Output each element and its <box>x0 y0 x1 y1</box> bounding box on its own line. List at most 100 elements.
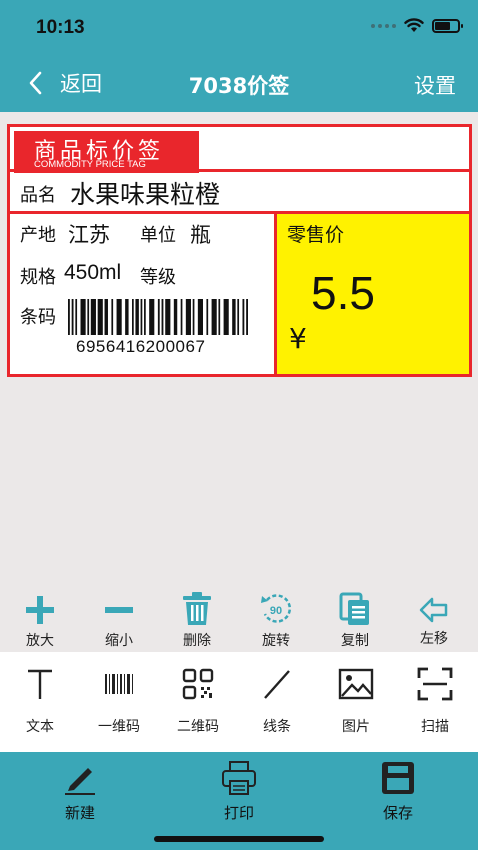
save-icon <box>382 762 414 794</box>
origin-label: 产地 <box>20 225 56 246</box>
barcode-bar <box>135 299 139 335</box>
tool-label: 扫描 <box>421 719 449 735</box>
barcode-bar <box>87 299 90 335</box>
barcode-bar <box>232 299 236 335</box>
barcode-bar <box>140 299 143 335</box>
save-button[interactable]: 保存 <box>353 760 443 823</box>
barcode-tool-button[interactable]: 一维码 <box>79 666 159 736</box>
currency-symbol: ¥ <box>289 322 307 355</box>
grade-label: 等级 <box>140 267 176 288</box>
barcode-bar <box>161 299 164 335</box>
price-tag-label[interactable]: 商品标价签 COMMODITY PRICE TAG 品名 水果味果粒橙 产地 江… <box>7 124 472 377</box>
name-value: 水果味果粒橙 <box>70 180 221 209</box>
tool-label: 文本 <box>26 719 54 735</box>
barcode-bar <box>197 299 203 335</box>
spec-label: 规格 <box>20 267 56 288</box>
tool-label: 图片 <box>342 719 370 735</box>
zoom-out-button[interactable]: 缩小 <box>79 594 159 650</box>
tool-label: 复制 <box>341 633 369 649</box>
chevron-left-icon <box>29 71 42 95</box>
spec-value: 450ml <box>64 261 122 284</box>
barcode-bar <box>223 299 229 335</box>
rotate-badge: 90 <box>270 605 282 617</box>
barcode-icon <box>105 674 133 694</box>
signal-dots-icon <box>371 23 396 28</box>
back-button[interactable]: 返回 <box>28 68 102 98</box>
trash-icon <box>183 592 211 625</box>
pencil-icon <box>65 768 95 795</box>
tool-label: 旋转 <box>262 633 290 649</box>
qrcode-tool-button[interactable]: 二维码 <box>158 666 238 736</box>
print-button[interactable]: 打印 <box>194 760 284 823</box>
nav-label: 新建 <box>64 804 95 822</box>
nav-label: 保存 <box>382 804 413 822</box>
nav-label: 打印 <box>223 804 254 822</box>
barcode-label: 条码 <box>20 307 56 328</box>
copy-button[interactable]: 复制 <box>315 592 395 650</box>
barcode-bar <box>104 299 108 335</box>
status-icons <box>371 18 463 33</box>
home-indicator <box>154 836 324 842</box>
status-bar: 10:13 <box>0 0 478 56</box>
nav-bar: 返回 7038价签 设置 <box>0 56 478 112</box>
barcode-bar <box>192 299 195 335</box>
line-icon <box>264 670 290 699</box>
barcode-bar <box>206 299 209 335</box>
battery-icon <box>432 18 463 33</box>
barcode-bar <box>165 299 171 335</box>
tool-label: 缩小 <box>105 633 133 649</box>
barcode-bar <box>97 299 103 335</box>
barcode-bar <box>149 299 155 335</box>
status-time: 10:13 <box>36 17 85 38</box>
text-icon <box>28 669 52 699</box>
price-value: 5.5 <box>311 267 375 319</box>
barcode-bar <box>157 299 160 335</box>
scan-icon <box>417 667 453 701</box>
price-tag-body: 商品标价签 COMMODITY PRICE TAG 品名 水果味果粒橙 产地 江… <box>10 127 469 374</box>
barcode-image <box>68 299 248 335</box>
name-label: 品名 <box>20 185 56 206</box>
barcode-bar <box>237 299 240 335</box>
barcode-bar <box>132 299 134 335</box>
line-tool-button[interactable]: 线条 <box>237 666 317 736</box>
minus-icon <box>105 607 133 613</box>
barcode-bar <box>144 299 146 335</box>
barcode-bar <box>218 299 221 335</box>
tool-label: 左移 <box>420 631 448 647</box>
new-button[interactable]: 新建 <box>35 760 125 823</box>
tag-header-badge: 商品标价签 COMMODITY PRICE TAG <box>14 131 199 173</box>
edit-toolbar: 放大 缩小 删除 90 旋转 复制 左移 <box>0 588 478 652</box>
tag-header: 商品标价签 COMMODITY PRICE TAG <box>14 131 469 173</box>
delete-button[interactable]: 删除 <box>157 592 237 650</box>
zoom-in-button[interactable]: 放大 <box>0 594 80 650</box>
tool-label: 二维码 <box>177 719 219 735</box>
barcode-bar <box>185 299 191 335</box>
price-box: 零售价 5.5 ¥ <box>277 214 469 374</box>
printer-icon <box>222 761 256 795</box>
arrow-left-icon <box>419 597 448 623</box>
tool-label: 删除 <box>183 633 211 649</box>
tool-label: 线条 <box>263 719 291 735</box>
qrcode-icon <box>182 668 214 700</box>
image-tool-button[interactable]: 图片 <box>316 666 396 736</box>
rotate-button[interactable]: 90 旋转 <box>236 592 316 650</box>
move-left-button[interactable]: 左移 <box>394 596 474 648</box>
barcode-bar <box>80 299 86 335</box>
tool-label: 一维码 <box>98 719 140 735</box>
text-tool-button[interactable]: 文本 <box>0 666 80 736</box>
barcode-bar <box>71 299 74 335</box>
image-icon <box>338 668 374 700</box>
barcode-bar <box>211 299 217 335</box>
copy-icon <box>339 592 369 625</box>
settings-button[interactable]: 设置 <box>414 70 456 100</box>
origin-value: 江苏 <box>68 223 110 247</box>
scan-tool-button[interactable]: 扫描 <box>395 666 475 736</box>
insert-toolbar: 文本 一维码 二维码 线条 图片 扫描 <box>0 652 478 752</box>
wifi-icon <box>404 18 424 32</box>
barcode-number: 6956416200067 <box>76 337 206 356</box>
plus-icon <box>26 596 54 624</box>
price-label: 零售价 <box>287 224 345 246</box>
barcode-bar <box>116 299 122 335</box>
unit-label: 单位 <box>140 225 176 246</box>
barcode-bar <box>125 299 129 335</box>
